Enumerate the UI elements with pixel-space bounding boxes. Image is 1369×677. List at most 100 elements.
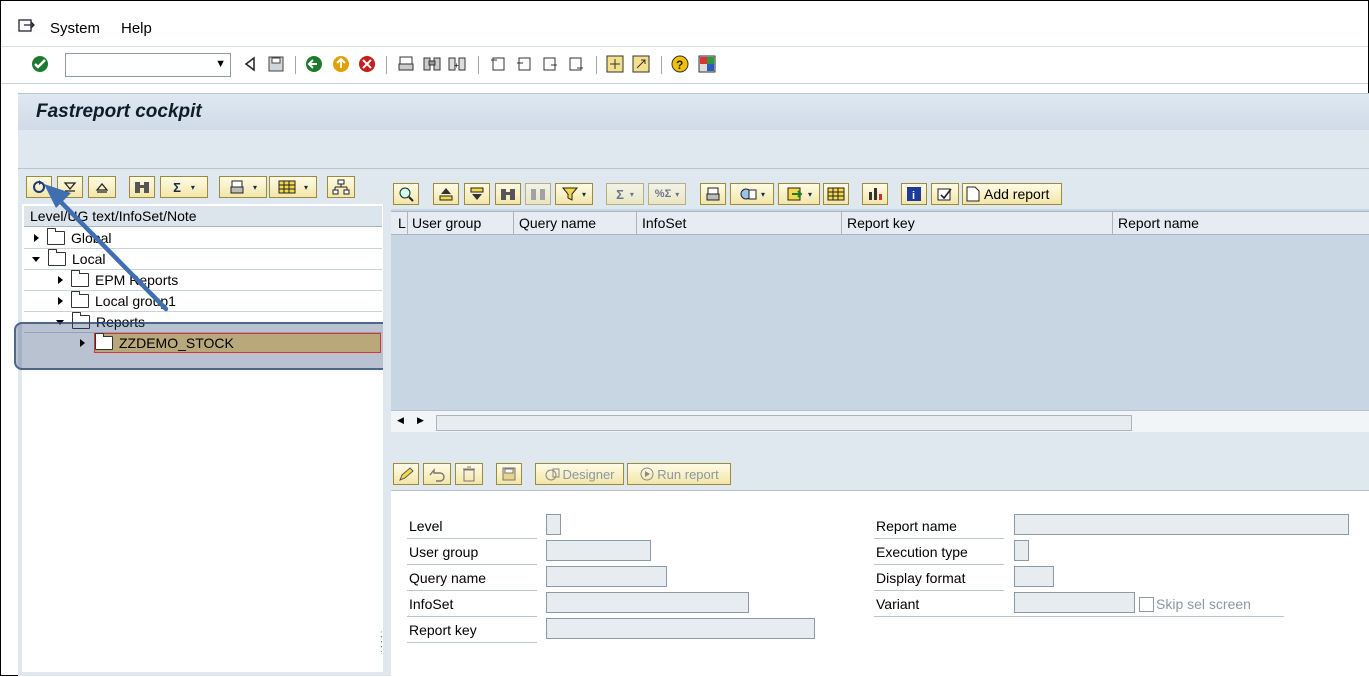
chevron-down-icon[interactable]: ▼ bbox=[215, 58, 226, 70]
column-header-user-group[interactable]: User group bbox=[412, 215, 481, 231]
next-page-icon[interactable] bbox=[540, 54, 560, 74]
back-arrow-icon[interactable] bbox=[240, 54, 260, 74]
details-button[interactable] bbox=[393, 183, 419, 205]
pane-splitter[interactable] bbox=[383, 172, 391, 672]
report-key-field[interactable] bbox=[546, 618, 815, 639]
column-divider[interactable] bbox=[407, 212, 408, 234]
expand-arrow-icon[interactable] bbox=[34, 234, 39, 242]
designer-button[interactable]: Designer bbox=[535, 463, 624, 485]
total-button[interactable]: Σ ▾ bbox=[606, 183, 644, 205]
edit-button[interactable] bbox=[393, 463, 419, 485]
column-divider[interactable] bbox=[841, 212, 842, 234]
refresh-icon bbox=[33, 180, 45, 193]
find-button[interactable] bbox=[495, 183, 521, 205]
tree-node-local[interactable]: Local bbox=[32, 249, 105, 269]
column-header-infoset[interactable]: InfoSet bbox=[642, 215, 686, 231]
add-report-button[interactable]: Add report bbox=[962, 183, 1062, 205]
expand-arrow-icon[interactable] bbox=[58, 297, 63, 305]
column-header-l[interactable]: L bbox=[398, 215, 406, 231]
column-divider[interactable] bbox=[636, 212, 637, 234]
column-divider[interactable] bbox=[1112, 212, 1113, 234]
first-page-icon[interactable] bbox=[488, 54, 508, 74]
tree-node-global[interactable]: Global bbox=[34, 228, 111, 248]
tree-node-label: Local bbox=[72, 251, 106, 267]
filter-button[interactable]: ▾ bbox=[555, 183, 593, 205]
divider bbox=[407, 616, 537, 617]
collapse-arrow-icon[interactable] bbox=[32, 256, 40, 262]
print-preview-button[interactable] bbox=[700, 183, 726, 205]
level-field[interactable] bbox=[546, 514, 561, 535]
save-icon[interactable] bbox=[266, 54, 286, 74]
menu-system[interactable]: System bbox=[50, 20, 100, 37]
divider bbox=[407, 642, 537, 643]
query-name-field[interactable] bbox=[546, 566, 667, 587]
export-button[interactable]: ▾ bbox=[778, 183, 820, 205]
change-layout-button[interactable] bbox=[823, 183, 849, 205]
skip-sel-screen-label: Skip sel screen bbox=[1156, 596, 1251, 612]
scroll-left-icon[interactable]: ◀ bbox=[397, 415, 404, 426]
find-next-button[interactable] bbox=[525, 183, 551, 205]
sum-button[interactable]: Σ ▾ bbox=[160, 176, 208, 198]
column-header-report-name[interactable]: Report name bbox=[1118, 215, 1199, 231]
exit-up-icon[interactable] bbox=[331, 54, 351, 74]
last-page-icon[interactable] bbox=[566, 54, 586, 74]
shortcut-icon[interactable] bbox=[631, 54, 651, 74]
scrollbar-thumb[interactable] bbox=[436, 415, 1132, 431]
dropdown-arrow-icon: ▾ bbox=[303, 182, 308, 192]
column-header-report-key[interactable]: Report key bbox=[847, 215, 915, 231]
skip-sel-screen-checkbox[interactable] bbox=[1139, 597, 1154, 612]
hierarchy-button[interactable] bbox=[327, 176, 355, 198]
print-button[interactable]: ▾ bbox=[219, 176, 267, 198]
execution-type-field[interactable] bbox=[1014, 540, 1029, 561]
find-button[interactable] bbox=[129, 176, 155, 198]
refresh-button[interactable] bbox=[26, 176, 52, 198]
find-next-icon[interactable]: + bbox=[447, 54, 467, 74]
expand-button[interactable] bbox=[57, 176, 83, 198]
customize-layout-icon[interactable] bbox=[697, 54, 717, 74]
layout-button[interactable]: ▾ bbox=[269, 176, 317, 198]
sort-ascending-button[interactable] bbox=[433, 183, 459, 205]
expand-arrow-icon[interactable] bbox=[80, 339, 85, 347]
sort-descending-button[interactable] bbox=[464, 183, 490, 205]
splitter-grip[interactable]: :::: bbox=[380, 630, 383, 655]
menu-help[interactable]: Help bbox=[121, 20, 152, 37]
dropdown-arrow-icon: ▾ bbox=[629, 189, 634, 199]
command-field[interactable]: ▼ bbox=[65, 53, 231, 77]
report-name-field[interactable] bbox=[1014, 514, 1349, 535]
tree-header: Level/UG text/InfoSet/Note bbox=[24, 206, 382, 227]
run-report-button[interactable]: Run report bbox=[627, 463, 731, 485]
graphic-button[interactable] bbox=[862, 183, 888, 205]
delete-button[interactable] bbox=[455, 463, 483, 485]
info-button[interactable]: i bbox=[901, 183, 927, 205]
enter-check-icon[interactable] bbox=[30, 54, 50, 74]
column-divider[interactable] bbox=[513, 212, 514, 234]
divider bbox=[874, 538, 1004, 539]
tree-node-zzdemo-stock[interactable]: ZZDEMO_STOCK bbox=[80, 333, 234, 353]
previous-page-icon[interactable] bbox=[514, 54, 534, 74]
new-session-icon[interactable] bbox=[605, 54, 625, 74]
tree-node-local-group1[interactable]: Local group1 bbox=[58, 291, 176, 311]
subtotal-button[interactable]: %Σ ▾ bbox=[648, 183, 686, 205]
print-icon[interactable] bbox=[396, 54, 416, 74]
infoset-field[interactable] bbox=[546, 592, 749, 613]
user-group-field[interactable] bbox=[546, 540, 651, 561]
expand-arrow-icon[interactable] bbox=[58, 276, 63, 284]
views-button[interactable]: ▾ bbox=[730, 183, 774, 205]
tree-node-epm-reports[interactable]: EPM Reports bbox=[58, 270, 178, 290]
save-button[interactable] bbox=[496, 463, 522, 485]
check-button[interactable] bbox=[931, 183, 959, 205]
back-icon[interactable] bbox=[304, 54, 324, 74]
undo-button[interactable] bbox=[423, 463, 451, 485]
column-header-query-name[interactable]: Query name bbox=[519, 215, 596, 231]
collapse-button[interactable] bbox=[88, 176, 116, 198]
scroll-right-icon[interactable]: ▶ bbox=[417, 415, 424, 426]
variant-field[interactable] bbox=[1014, 592, 1135, 613]
exit-icon[interactable] bbox=[17, 16, 37, 36]
find-icon[interactable] bbox=[422, 54, 442, 74]
report-name-label: Report name bbox=[876, 518, 957, 534]
help-icon[interactable]: ? bbox=[670, 54, 690, 74]
horizontal-scrollbar[interactable]: ◀ ▶ bbox=[391, 410, 1369, 433]
cancel-icon[interactable] bbox=[357, 54, 377, 74]
display-format-field[interactable] bbox=[1014, 566, 1054, 587]
divider bbox=[874, 616, 1284, 617]
